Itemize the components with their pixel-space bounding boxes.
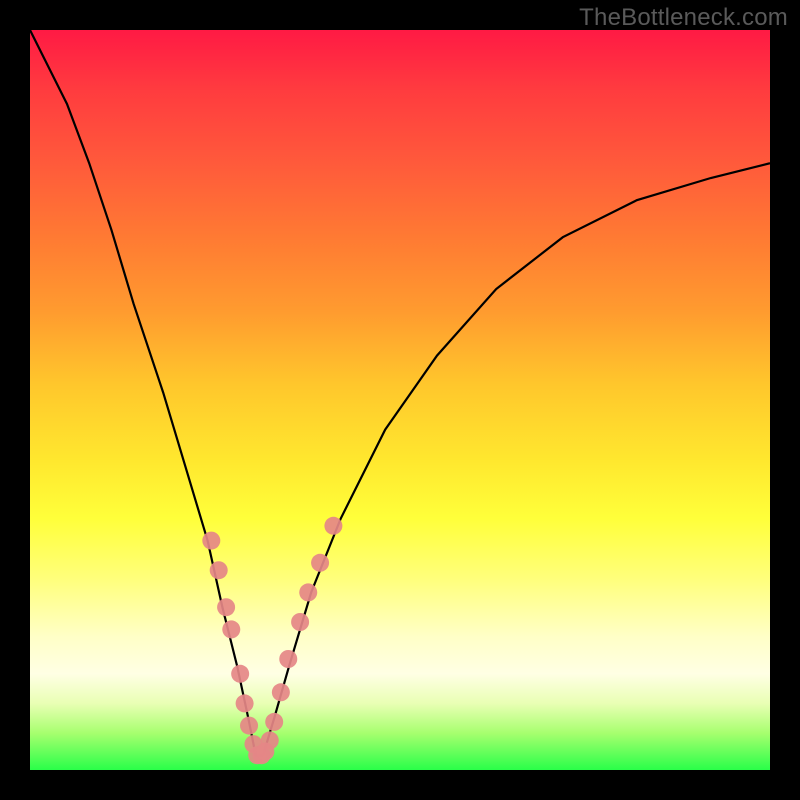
chart-frame: TheBottleneck.com	[0, 0, 800, 800]
data-marker	[222, 620, 240, 638]
data-marker	[272, 683, 290, 701]
data-marker	[210, 561, 228, 579]
data-marker	[279, 650, 297, 668]
data-marker	[236, 694, 254, 712]
watermark-text: TheBottleneck.com	[579, 4, 788, 32]
data-marker	[291, 613, 309, 631]
plot-area	[30, 30, 770, 770]
highlight-markers	[202, 517, 342, 764]
data-marker	[261, 731, 279, 749]
data-marker	[217, 598, 235, 616]
chart-svg	[30, 30, 770, 770]
data-marker	[311, 554, 329, 572]
data-marker	[231, 665, 249, 683]
data-marker	[240, 717, 258, 735]
bottleneck-curve	[30, 30, 770, 755]
data-marker	[299, 583, 317, 601]
data-marker	[324, 517, 342, 535]
data-marker	[202, 532, 220, 550]
data-marker	[265, 713, 283, 731]
